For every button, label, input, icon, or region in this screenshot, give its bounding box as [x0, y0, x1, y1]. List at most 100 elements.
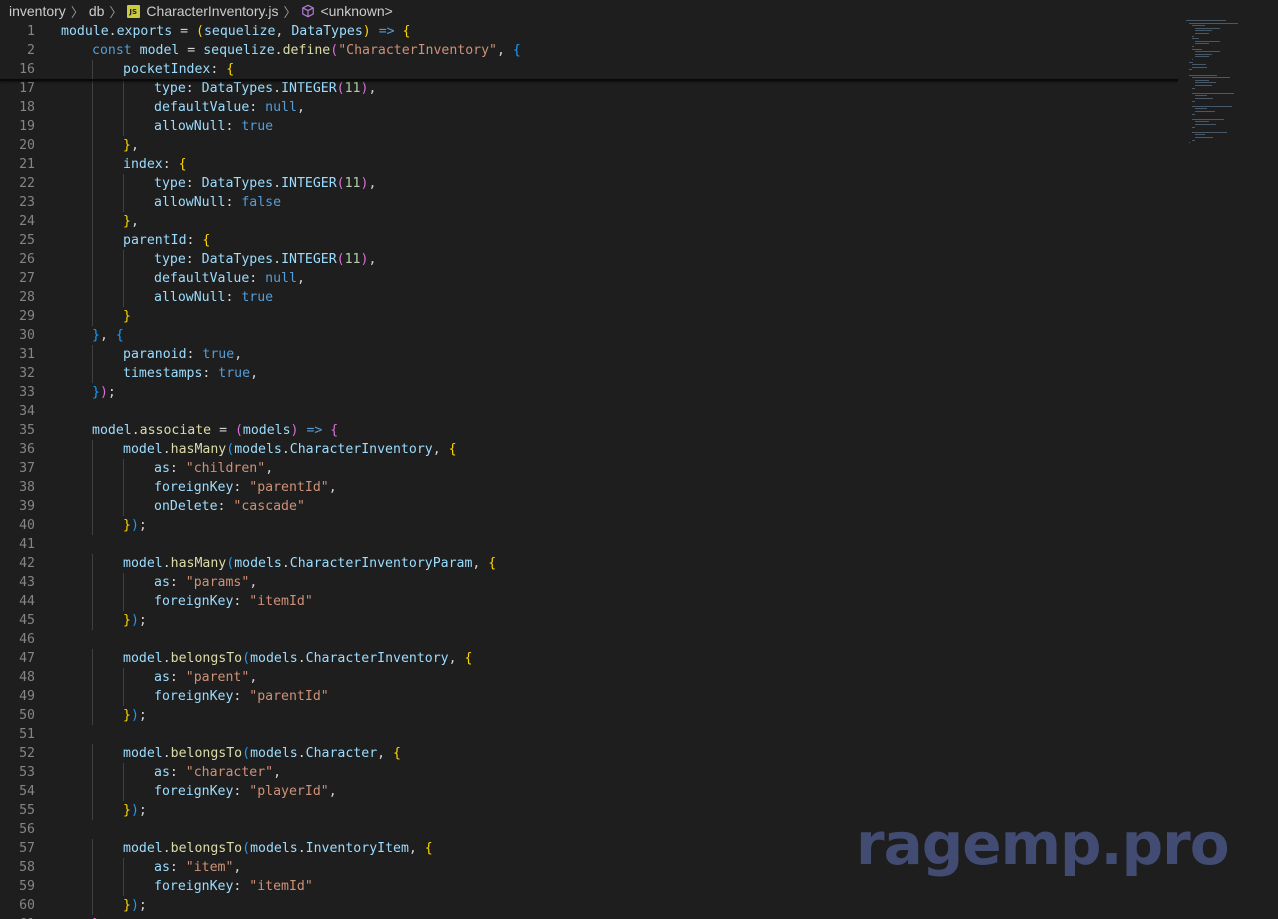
code-line[interactable]: 60});: [0, 896, 1178, 915]
code-line[interactable]: 22 type: DataTypes.INTEGER(11),: [0, 174, 1178, 193]
code-line[interactable]: 54 foreignKey: "playerId",: [0, 782, 1178, 801]
code-token: :: [233, 784, 250, 799]
code-line[interactable]: 40});: [0, 516, 1178, 535]
code-line[interactable]: 27 defaultValue: null,: [0, 269, 1178, 288]
code-token: ;: [107, 385, 116, 400]
code-line[interactable]: 21 index: {: [0, 155, 1178, 174]
code-line[interactable]: 48 as: "parent",: [0, 668, 1178, 687]
code-token: model: [123, 841, 163, 856]
code-token: (: [336, 81, 345, 96]
chevron-right-icon: 〉: [283, 4, 297, 20]
indent-guide: [92, 193, 93, 212]
code-line[interactable]: 28 allowNull: true: [0, 288, 1178, 307]
line-number: 22: [19, 176, 35, 191]
code-token: ): [130, 708, 139, 723]
code-line[interactable]: 38 foreignKey: "parentId",: [0, 478, 1178, 497]
code-line[interactable]: 34: [0, 402, 1178, 421]
minimap-line: [1192, 59, 1193, 60]
indent-guide: [92, 478, 93, 497]
line-number: 52: [19, 746, 35, 761]
code-token: ,: [275, 24, 292, 39]
indent-guide: [92, 782, 93, 801]
minimap[interactable]: [1178, 0, 1278, 919]
code-line[interactable]: 59 foreignKey: "itemId": [0, 877, 1178, 896]
code-line[interactable]: 30}, {: [0, 326, 1178, 345]
minimap-line: [1192, 87, 1195, 89]
code-line[interactable]: 2 const model = sequelize.define("Charact…: [0, 41, 1178, 60]
code-token: (: [336, 176, 345, 191]
code-line[interactable]: 29}: [0, 307, 1178, 326]
code-token: as: [154, 860, 170, 875]
code-editor[interactable]: 1 module.exports = (sequelize, DataTypes)…: [0, 22, 1178, 919]
code-line[interactable]: 45});: [0, 611, 1178, 630]
code-line[interactable]: 24},: [0, 212, 1178, 231]
code-token: index: [123, 157, 163, 172]
minimap-line: [1195, 33, 1209, 34]
code-text: type: DataTypes.INTEGER(11),: [154, 79, 376, 98]
code-line[interactable]: 18 defaultValue: null,: [0, 98, 1178, 117]
code-line[interactable]: 53 as: "character",: [0, 763, 1178, 782]
code-line[interactable]: 33});: [0, 383, 1178, 402]
code-line[interactable]: 46: [0, 630, 1178, 649]
code-token: InventoryItem: [305, 841, 409, 856]
breadcrumb-folder-inventory[interactable]: inventory: [9, 3, 66, 19]
code-token: ): [130, 803, 139, 818]
minimap-line: [1192, 105, 1232, 107]
code-line[interactable]: 49 foreignKey: "parentId": [0, 687, 1178, 706]
code-line[interactable]: 47 model.belongsTo(models.CharacterInvent…: [0, 649, 1178, 668]
code-token: belongsTo: [170, 841, 243, 856]
code-line[interactable]: 42 model.hasMany(models.CharacterInventor…: [0, 554, 1178, 573]
code-token: DataTypes: [291, 24, 363, 39]
indent-guide: [92, 459, 93, 478]
code-text: });: [123, 611, 147, 630]
minimap-line: [1195, 56, 1209, 58]
code-text: });: [123, 516, 147, 535]
minimap-line: [1189, 69, 1192, 71]
code-line[interactable]: 36 model.hasMany(models.CharacterInventor…: [0, 440, 1178, 459]
indent-guide: [92, 155, 93, 174]
code-line[interactable]: 31 paranoid: true,: [0, 345, 1178, 364]
code-line[interactable]: 39 onDelete: "cascade": [0, 497, 1178, 516]
code-line[interactable]: 52 model.belongsTo(models.Character, {: [0, 744, 1178, 763]
code-token: ,: [296, 271, 305, 286]
code-token: :: [225, 195, 242, 210]
code-line[interactable]: 32 timestamps: true,: [0, 364, 1178, 383]
code-token: .: [162, 442, 171, 457]
code-line[interactable]: 17 type: DataTypes.INTEGER(11),: [0, 79, 1178, 98]
code-line[interactable]: 44 foreignKey: "itemId": [0, 592, 1178, 611]
code-token: ): [99, 385, 108, 400]
code-line[interactable]: 1 module.exports = (sequelize, DataTypes)…: [0, 22, 1178, 41]
code-line[interactable]: 41: [0, 535, 1178, 554]
code-line[interactable]: 35 model.associate = (models) => {: [0, 421, 1178, 440]
minimap-line: [1192, 118, 1224, 120]
indent-guide: [123, 79, 124, 98]
code-line[interactable]: 61}: [0, 915, 1178, 919]
code-token: foreignKey: [154, 480, 234, 495]
code-token: true: [202, 347, 235, 362]
minimap-line: [1192, 64, 1206, 66]
line-number: 53: [19, 765, 35, 780]
breadcrumb-folder-db[interactable]: db: [89, 3, 105, 19]
code-line[interactable]: 23 allowNull: false: [0, 193, 1178, 212]
code-line[interactable]: 19 allowNull: true: [0, 117, 1178, 136]
line-number: 46: [19, 632, 35, 647]
breadcrumb-symbol[interactable]: <unknown>: [320, 3, 392, 19]
code-line[interactable]: 26 type: DataTypes.INTEGER(11),: [0, 250, 1178, 269]
code-text: as: "parent",: [154, 668, 257, 687]
code-line[interactable]: 37 as: "children",: [0, 459, 1178, 478]
breadcrumb-file[interactable]: CharacterInventory.js: [146, 3, 278, 19]
code-line[interactable]: 50});: [0, 706, 1178, 725]
code-text: foreignKey: "parentId": [154, 687, 329, 706]
indent-guide: [123, 459, 124, 478]
code-line[interactable]: 43 as: "params",: [0, 573, 1178, 592]
minimap-line: [1192, 100, 1195, 102]
code-line[interactable]: 25 parentId: {: [0, 231, 1178, 250]
line-number: 40: [19, 518, 35, 533]
code-line[interactable]: 16 pocketIndex: {: [0, 60, 1178, 79]
minimap-line: [1195, 43, 1210, 45]
code-token: belongsTo: [170, 651, 243, 666]
code-line[interactable]: 51: [0, 725, 1178, 744]
code-line[interactable]: 20},: [0, 136, 1178, 155]
breadcrumb: inventory 〉 db 〉 JS CharacterInventory.j…: [0, 0, 1178, 22]
code-token: "itemId": [249, 879, 313, 894]
